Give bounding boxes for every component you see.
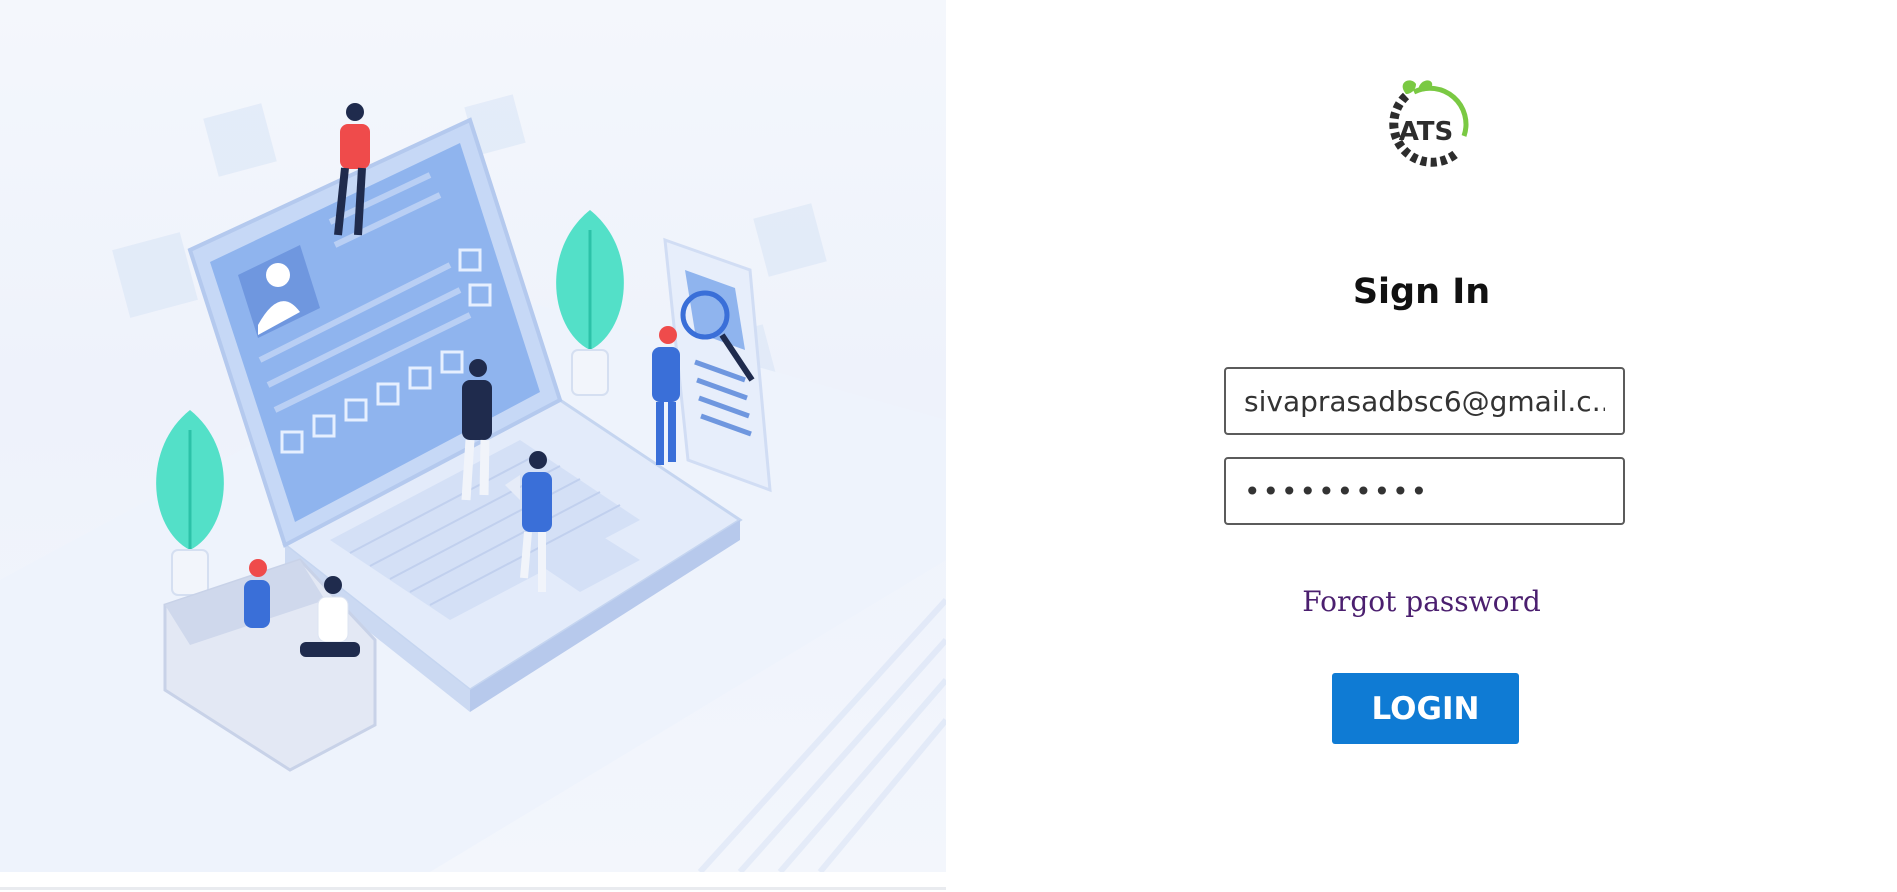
ats-logo-icon: ATS: [1389, 80, 1469, 167]
password-field[interactable]: [1224, 457, 1625, 525]
ats-logo: ATS: [1376, 74, 1476, 178]
page-title: Sign In: [1352, 272, 1491, 312]
login-illustration: [0, 0, 946, 872]
svg-text:ATS: ATS: [1399, 117, 1454, 147]
bottom-divider: [0, 887, 946, 890]
email-field[interactable]: [1224, 367, 1625, 435]
recruitment-illustration-icon: [0, 94, 946, 872]
sign-in-panel: ATS Sign In Forgot password LOGIN: [946, 0, 1897, 892]
login-button[interactable]: LOGIN: [1332, 673, 1519, 744]
forgot-password-link[interactable]: Forgot password: [946, 585, 1897, 618]
